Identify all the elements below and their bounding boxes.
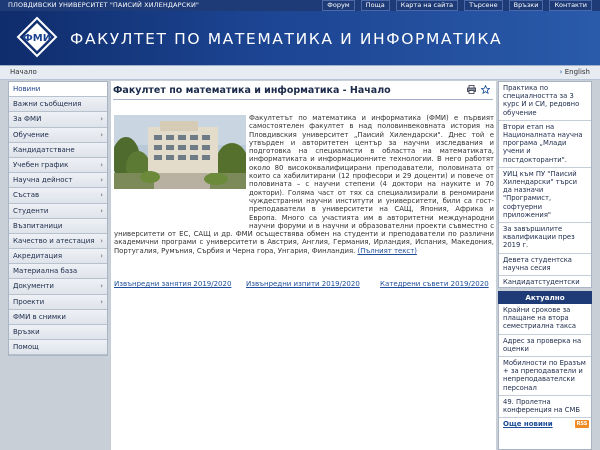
sidebar-item-label: Състав <box>13 191 40 200</box>
news-item[interactable]: Девета студентска научна сесия <box>499 254 591 277</box>
sidebar-item-label: Кандидатстване <box>13 145 75 154</box>
page-title: Факултет по математика и информатика - Н… <box>113 85 391 96</box>
right-column: Практика по специалността за 3 курс И и … <box>498 81 592 450</box>
sidebar-item-important[interactable]: Важни съобщения <box>9 97 107 113</box>
sidebar-item-research[interactable]: Научна дейност › <box>9 173 107 189</box>
top-links: Форум Поща Карта на сайта Търсене Връзки… <box>322 0 592 11</box>
sidebar-item-label: Обучение <box>13 130 49 139</box>
forum-link[interactable]: Форум <box>322 0 355 11</box>
sidebar-item-accreditation[interactable]: Акредитация › <box>9 249 107 265</box>
chevron-right-icon: › <box>559 68 563 76</box>
sidebar-item-label: За ФМИ <box>13 115 42 124</box>
sidebar-item-education[interactable]: Обучение › <box>9 127 107 143</box>
chevron-right-icon: › <box>100 160 103 169</box>
sidebar-item-label: ФМИ в снимки <box>13 312 66 321</box>
sidebar-item-projects[interactable]: Проекти › <box>9 294 107 310</box>
news-item[interactable]: Адрес за проверка на оценки <box>499 335 591 358</box>
rss-icon[interactable]: RSS <box>575 420 589 429</box>
svg-text:ФМИ: ФМИ <box>23 33 51 44</box>
mail-link[interactable]: Поща <box>360 0 390 11</box>
news-item[interactable]: Втори етап на Националната научна програ… <box>499 121 591 168</box>
full-text-link[interactable]: (Пълният текст) <box>358 247 417 255</box>
current-news-box: Крайни срокове за плащане на втора семес… <box>498 304 592 450</box>
extra-exams-link[interactable]: Извънредни изпити 2019/2020 <box>246 280 360 288</box>
sidebar-item-label: Помощ <box>13 343 39 352</box>
news-item[interactable]: Крайни срокове за плащане на втора семес… <box>499 304 591 335</box>
faculty-title: ФАКУЛТЕТ ПО МАТЕМАТИКА И ИНФОРМАТИКА <box>70 30 503 48</box>
photo-spacer <box>114 114 249 228</box>
sidebar-item-news[interactable]: Новини <box>9 82 107 98</box>
print-icon[interactable] <box>467 85 476 94</box>
fmi-logo-icon[interactable]: ФМИ <box>16 16 58 58</box>
star-icon[interactable] <box>481 85 490 94</box>
sidebar-item-alumni[interactable]: Възпитаници <box>9 218 107 234</box>
header-banner: ФМИ ФАКУЛТЕТ ПО МАТЕМАТИКА И ИНФОРМАТИКА <box>0 11 600 65</box>
sidebar-item-label: Важни съобщения <box>13 100 82 109</box>
chevron-right-icon: › <box>100 191 103 200</box>
sidebar-item-label: Връзки <box>13 328 40 336</box>
sidebar-nav: Новини Важни съобщения За ФМИ › Обучение ›… <box>8 81 108 357</box>
chevron-right-icon: › <box>100 282 103 291</box>
contacts-link[interactable]: Контакти <box>549 0 592 11</box>
chevron-right-icon: › <box>100 176 103 185</box>
sidebar-item-quality[interactable]: Качество и атестация › <box>9 233 107 250</box>
title-divider <box>113 99 493 100</box>
more-news-link[interactable]: Още новини RSS <box>499 418 591 430</box>
sidebar-item-label: Проекти <box>13 297 45 306</box>
sidebar-item-label: Акредитация <box>13 252 63 261</box>
breadcrumb-home[interactable]: Начало <box>10 66 37 79</box>
news-item[interactable]: За завършилите квалификации през 2019 г. <box>499 223 591 254</box>
sidebar-item-help[interactable]: Помощ <box>9 340 107 356</box>
sidebar-item-label: Документи <box>13 282 54 291</box>
sidebar-item-label: Учебен график <box>13 160 69 169</box>
extra-classes-link[interactable]: Извънредни занятия 2019/2020 <box>114 280 231 288</box>
sitemap-link[interactable]: Карта на сайта <box>395 0 459 11</box>
links-link[interactable]: Връзки <box>508 0 544 11</box>
main-content: Факултет по математика и информатика - Н… <box>110 81 496 450</box>
news-item[interactable]: 49. Пролетна конференция на СМБ <box>499 396 591 419</box>
top-utility-bar: ПЛОВДИВСКИ УНИВЕРСИТЕТ "ПАИСИЙ ХИЛЕНДАРС… <box>0 0 600 11</box>
chevron-right-icon: › <box>100 297 103 306</box>
news-item[interactable]: Мобилности по Еразъм + за преподаватели … <box>499 357 591 396</box>
sidebar-item-documents[interactable]: Документи › <box>9 279 107 295</box>
university-name: ПЛОВДИВСКИ УНИВЕРСИТЕТ "ПАИСИЙ ХИЛЕНДАРС… <box>8 1 200 9</box>
sidebar-item-students[interactable]: Студенти › <box>9 203 107 219</box>
sidebar-item-label: Научна дейност <box>13 176 73 185</box>
sidebar-item-label: Новини <box>13 85 41 93</box>
current-news-header: Актуално <box>498 291 592 304</box>
page-tools <box>467 85 490 94</box>
chevron-right-icon: › <box>100 130 103 139</box>
sidebar-item-label: Възпитаници <box>13 221 63 230</box>
sidebar-item-links[interactable]: Връзки <box>9 325 107 341</box>
language-label[interactable]: English <box>565 68 590 76</box>
chevron-right-icon: › <box>100 236 103 245</box>
sidebar-item-facilities[interactable]: Материална база <box>9 264 107 280</box>
news-item[interactable]: Практика по специалността за 3 курс И и … <box>499 82 591 121</box>
sidebar-item-schedule[interactable]: Учебен график › <box>9 157 107 174</box>
sidebar-item-label: Материална база <box>13 267 78 276</box>
intro-text: Факултетът по математика и информатика (… <box>114 114 494 255</box>
department-councils-link[interactable]: Катедрени съвети 2019/2020 <box>380 280 489 288</box>
sidebar-item-about[interactable]: За ФМИ › <box>9 112 107 128</box>
breadcrumb: Начало › English <box>0 65 600 80</box>
sidebar-item-admission[interactable]: Кандидатстване <box>9 142 107 158</box>
sidebar-item-label: Студенти <box>13 206 49 215</box>
chevron-right-icon: › <box>100 115 103 124</box>
language-switch[interactable]: › English <box>560 66 590 79</box>
sidebar-item-staff[interactable]: Състав › <box>9 188 107 204</box>
news-item[interactable]: УИЦ към ПУ "Паисий Хилендарски" търси да… <box>499 168 591 224</box>
search-link[interactable]: Търсене <box>464 0 503 11</box>
news-box: Практика по специалността за 3 курс И и … <box>498 81 592 288</box>
chevron-right-icon: › <box>100 252 103 261</box>
news-item[interactable]: Кандидатстудентски курс по информатика и… <box>499 276 591 287</box>
chevron-right-icon: › <box>100 206 103 215</box>
more-news-label[interactable]: Още новини <box>503 420 553 428</box>
sidebar-item-label: Качество и атестация <box>13 236 95 245</box>
sidebar-item-photos[interactable]: ФМИ в снимки <box>9 309 107 325</box>
